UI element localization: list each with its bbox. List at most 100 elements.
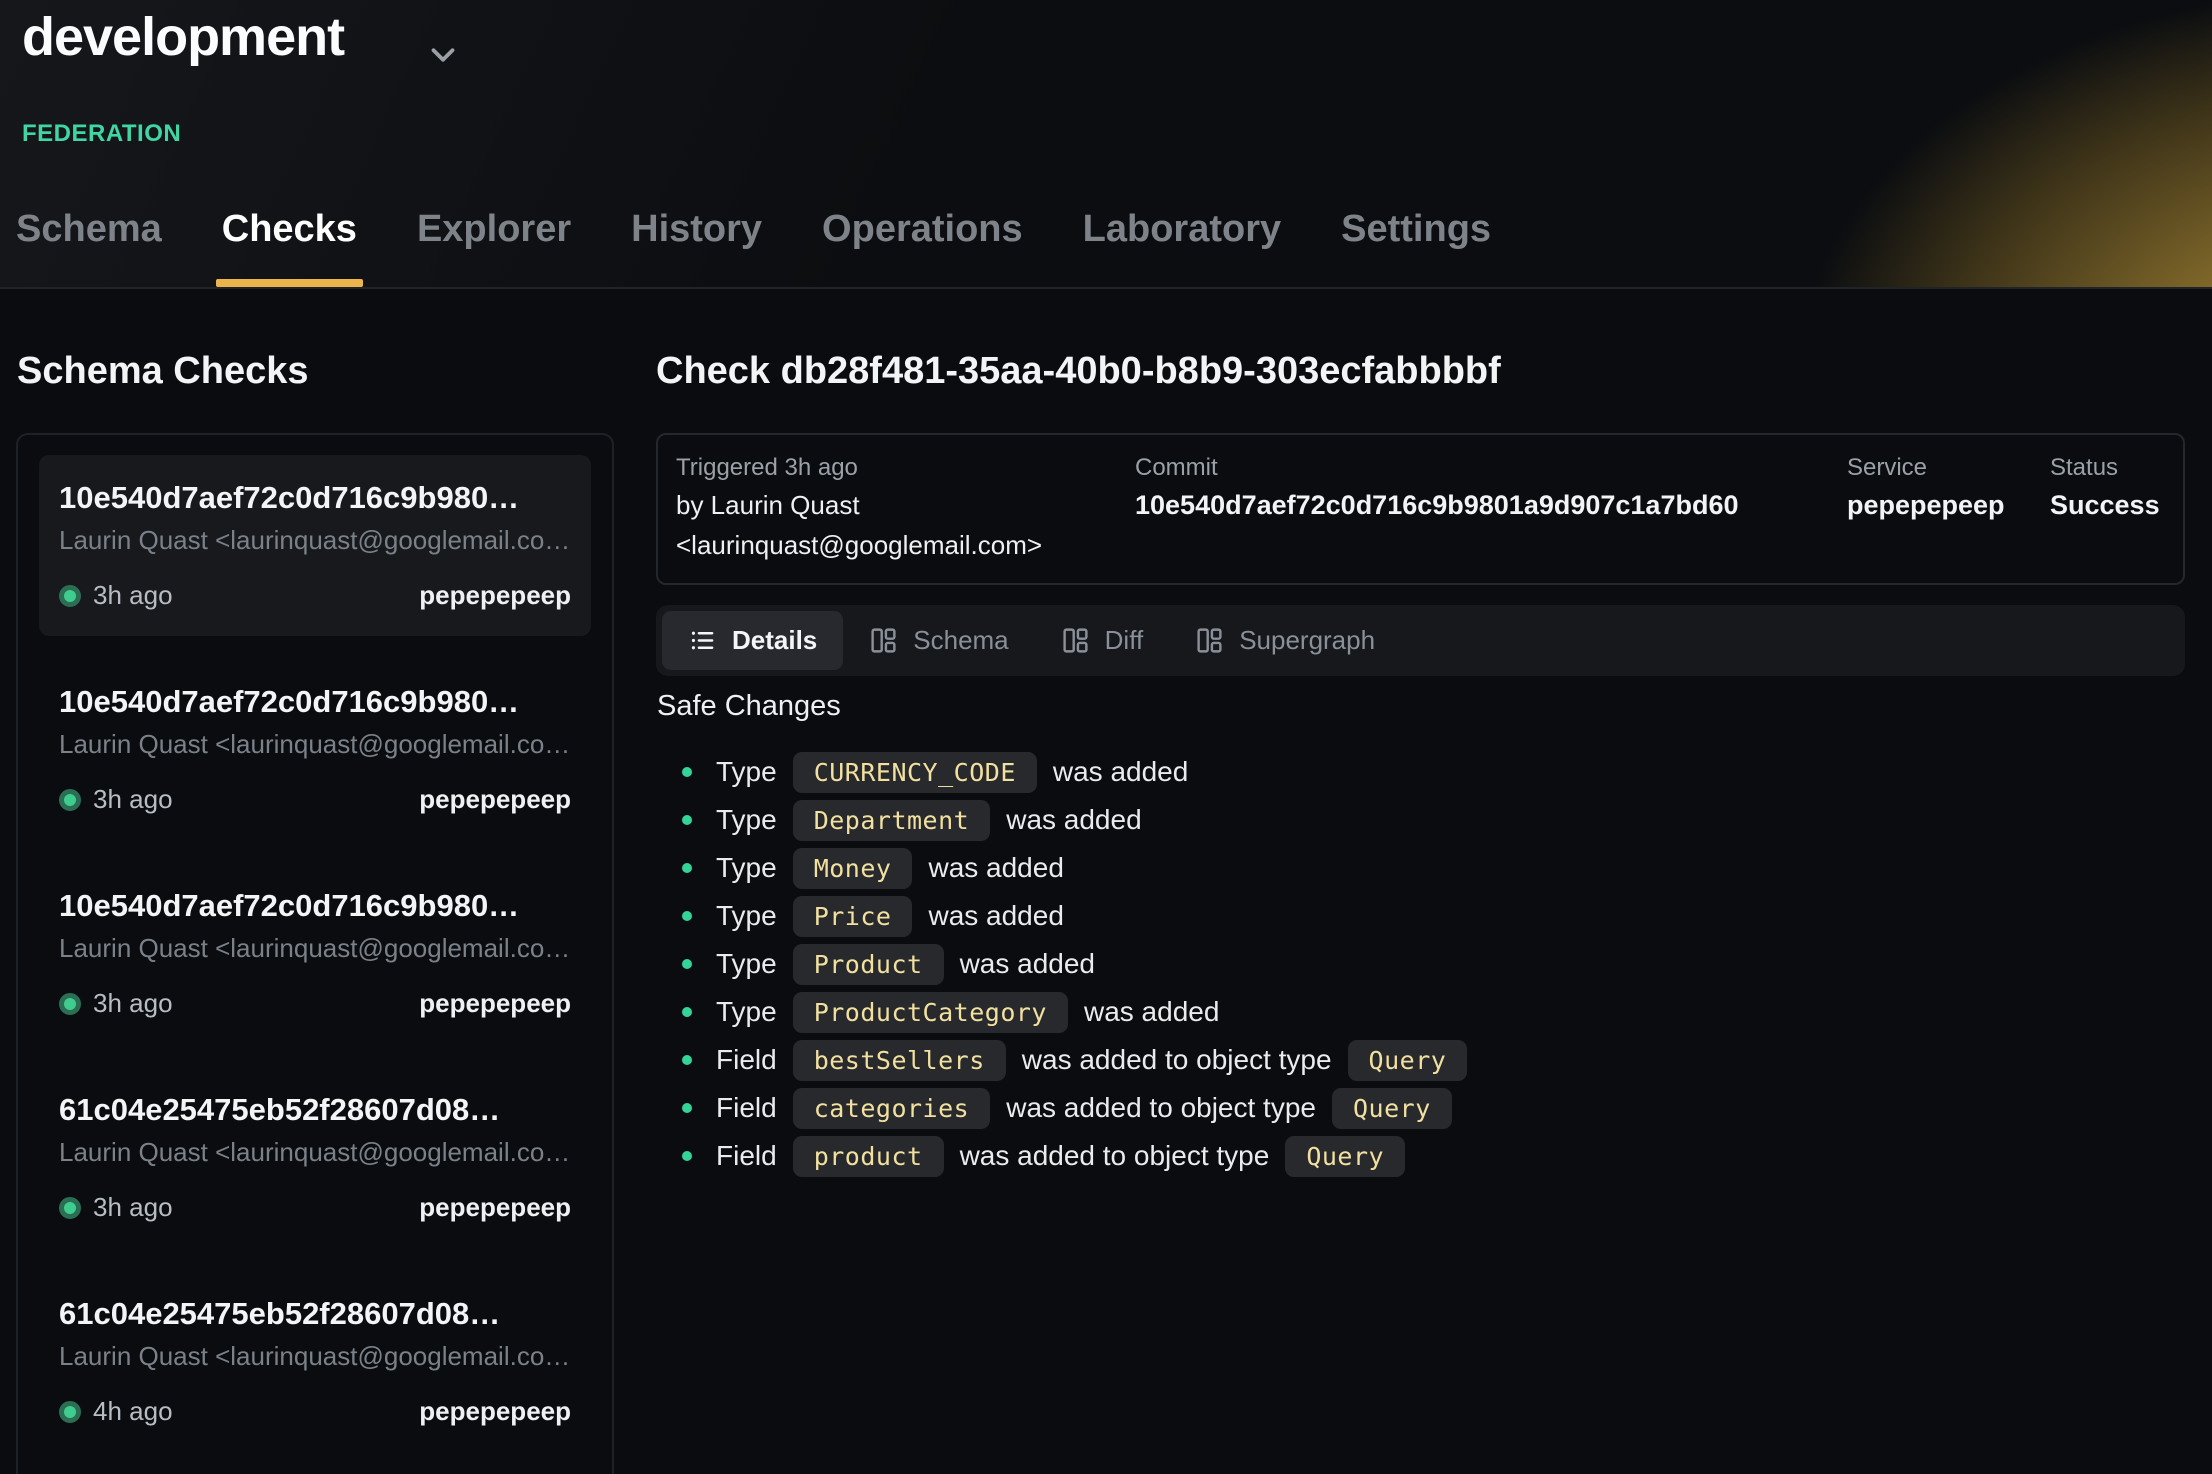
- bullet-icon: [682, 815, 692, 825]
- detail-tab-schema[interactable]: Schema: [843, 611, 1034, 670]
- change-suffix: was added: [1084, 996, 1219, 1028]
- change-target-chip: Query: [1332, 1088, 1452, 1129]
- check-time: 3h ago: [93, 1192, 173, 1223]
- change-row: Type Department was added: [656, 796, 1483, 844]
- change-row: Type CURRENCY_CODE was added: [656, 748, 1483, 796]
- change-suffix: was added to object type: [1022, 1044, 1332, 1076]
- detail-tab-details[interactable]: Details: [662, 611, 843, 670]
- chevron-down-icon[interactable]: [424, 36, 462, 74]
- nav-tab-label: Schema: [16, 208, 162, 250]
- check-list-item[interactable]: 61c04e25475eb52f28607d08… Laurin Quast <…: [39, 1271, 591, 1452]
- service-name: pepepepeep: [1847, 485, 2050, 525]
- bullet-icon: [682, 863, 692, 873]
- check-list-item[interactable]: 10e540d7aef72c0d716c9b980… Laurin Quast …: [39, 455, 591, 636]
- triggered-email: <laurinquast@googlemail.com>: [676, 525, 1135, 565]
- change-code-chip: CURRENCY_CODE: [793, 752, 1037, 793]
- change-code-chip: Price: [793, 896, 913, 937]
- change-code-chip: categories: [793, 1088, 991, 1129]
- status-dot-icon: [59, 585, 81, 607]
- project-title: development: [22, 6, 344, 68]
- check-list-item[interactable]: 10e540d7aef72c0d716c9b980… Laurin Quast …: [39, 863, 591, 1044]
- nav-tab-label: Checks: [222, 208, 357, 250]
- check-author: Laurin Quast <laurinquast@googlemail.co…: [59, 1137, 571, 1168]
- check-meta-box: Triggered 3h ago by Laurin Quast <laurin…: [656, 433, 2185, 585]
- detail-tab-supergraph[interactable]: Supergraph: [1169, 611, 1401, 670]
- check-service: pepepepeep: [419, 1396, 571, 1427]
- bullet-icon: [682, 1103, 692, 1113]
- change-code-chip: Product: [793, 944, 944, 985]
- triggered-by: by Laurin Quast: [676, 485, 1135, 525]
- nav-tab-laboratory[interactable]: Laboratory: [1081, 209, 1283, 287]
- change-row: Type ProductCategory was added: [656, 988, 1483, 1036]
- change-suffix: was added to object type: [960, 1140, 1270, 1172]
- change-row: Type Product was added: [656, 940, 1483, 988]
- status-value: Success: [2050, 485, 2183, 525]
- check-author: Laurin Quast <laurinquast@googlemail.co…: [59, 525, 571, 556]
- project-header: development FEDERATION Schema Checks Exp…: [0, 0, 2212, 289]
- change-kind: Type: [716, 804, 777, 836]
- status-label: Status: [2050, 451, 2183, 485]
- check-service: pepepepeep: [419, 580, 571, 611]
- change-target-chip: Query: [1348, 1040, 1468, 1081]
- change-kind: Type: [716, 852, 777, 884]
- detail-tabs: Details Schema Diff Supergraph: [656, 605, 2185, 676]
- check-author: Laurin Quast <laurinquast@googlemail.co…: [59, 933, 571, 964]
- change-code-chip: Department: [793, 800, 991, 841]
- nav-tab-explorer[interactable]: Explorer: [415, 209, 573, 287]
- change-row: Type Money was added: [656, 844, 1483, 892]
- check-author: Laurin Quast <laurinquast@googlemail.co…: [59, 729, 571, 760]
- main-nav: Schema Checks Explorer History Operation…: [14, 209, 1493, 287]
- nav-tab-label: History: [631, 208, 762, 250]
- check-service: pepepepeep: [419, 1192, 571, 1223]
- change-code-chip: product: [793, 1136, 944, 1177]
- check-list-item[interactable]: 61c04e25475eb52f28607d08… Laurin Quast <…: [39, 1067, 591, 1248]
- check-author: Laurin Quast <laurinquast@googlemail.co…: [59, 1341, 571, 1372]
- change-kind: Field: [716, 1140, 777, 1172]
- commit-label: Commit: [1135, 451, 1847, 485]
- bullet-icon: [682, 1055, 692, 1065]
- nav-tab-operations[interactable]: Operations: [820, 209, 1025, 287]
- page-title: Check db28f481-35aa-40b0-b8b9-303ecfabbb…: [656, 350, 1501, 393]
- change-kind: Type: [716, 900, 777, 932]
- change-suffix: was added to object type: [1006, 1092, 1316, 1124]
- meta-service: Service pepepepeep: [1847, 451, 2050, 583]
- status-dot-icon: [59, 1401, 81, 1423]
- change-suffix: was added: [1006, 804, 1141, 836]
- nav-tab-history[interactable]: History: [629, 209, 764, 287]
- bullet-icon: [682, 1151, 692, 1161]
- triggered-label: Triggered 3h ago: [676, 451, 1135, 485]
- change-suffix: was added: [960, 948, 1095, 980]
- nav-tab-label: Operations: [822, 208, 1023, 250]
- nav-tab-checks[interactable]: Checks: [220, 209, 359, 287]
- check-time: 4h ago: [93, 1396, 173, 1427]
- status-dot-icon: [59, 1197, 81, 1219]
- change-kind: Type: [716, 948, 777, 980]
- check-service: pepepepeep: [419, 988, 571, 1019]
- meta-commit: Commit 10e540d7aef72c0d716c9b9801a9d907c…: [1135, 451, 1847, 583]
- change-suffix: was added: [928, 900, 1063, 932]
- check-list-item[interactable]: 10e540d7aef72c0d716c9b980… Laurin Quast …: [39, 659, 591, 840]
- panels-icon: [869, 626, 898, 655]
- check-time: 3h ago: [93, 580, 173, 611]
- check-meta-row: 3h ago pepepepeep: [59, 784, 571, 815]
- service-label: Service: [1847, 451, 2050, 485]
- change-row: Field bestSellers was added to object ty…: [656, 1036, 1483, 1084]
- change-kind: Type: [716, 756, 777, 788]
- nav-tab-label: Settings: [1341, 208, 1491, 250]
- bullet-icon: [682, 1007, 692, 1017]
- panels-icon: [1195, 626, 1224, 655]
- nav-tab-schema[interactable]: Schema: [14, 209, 164, 287]
- sidebar-title: Schema Checks: [17, 350, 309, 393]
- detail-tab-diff[interactable]: Diff: [1035, 611, 1170, 670]
- bullet-icon: [682, 911, 692, 921]
- change-code-chip: bestSellers: [793, 1040, 1006, 1081]
- nav-tab-settings[interactable]: Settings: [1339, 209, 1493, 287]
- status-dot-icon: [59, 789, 81, 811]
- bullet-icon: [682, 767, 692, 777]
- app-root: development FEDERATION Schema Checks Exp…: [0, 0, 2212, 1474]
- nav-tab-label: Laboratory: [1083, 208, 1281, 250]
- check-time: 3h ago: [93, 988, 173, 1019]
- status-dot-icon: [59, 993, 81, 1015]
- safe-changes-list: Type CURRENCY_CODE was added Type Depart…: [656, 748, 1483, 1180]
- meta-triggered: Triggered 3h ago by Laurin Quast <laurin…: [676, 451, 1135, 583]
